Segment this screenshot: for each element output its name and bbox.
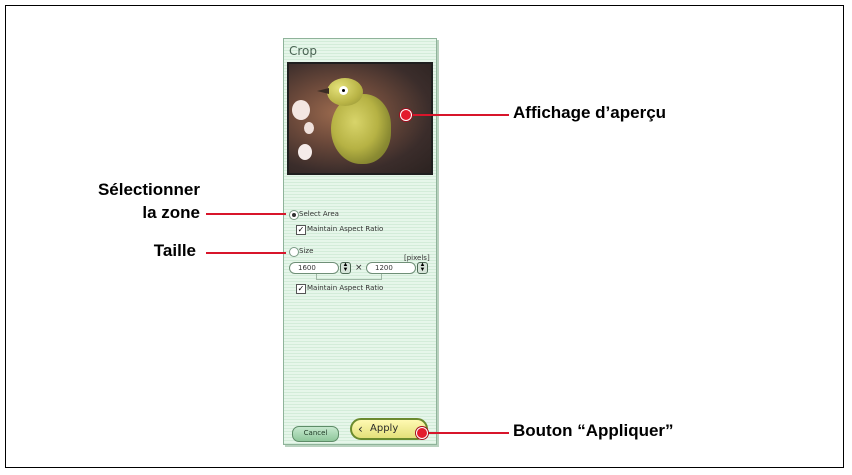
link-bracket (316, 279, 382, 280)
width-spinner[interactable]: ▲ ▼ (340, 262, 351, 274)
height-spinner[interactable]: ▲ ▼ (417, 262, 428, 274)
preview-image (287, 62, 433, 175)
annotation-preview: Affichage d’aperçu (513, 103, 667, 122)
width-field[interactable]: 1600 (289, 262, 339, 274)
callout-line-select-area (206, 213, 286, 215)
size-label: Size (299, 247, 314, 255)
annotation-apply: Bouton “Appliquer” (513, 421, 674, 440)
select-area-label: Select Area (299, 210, 339, 218)
annotation-select-area-2: la zone (142, 203, 200, 222)
maintain-ratio-checkbox-1[interactable]: ✓ (296, 225, 306, 235)
units-label: [pixels] (404, 254, 430, 262)
bird-eye (339, 86, 348, 95)
annotation-size: Taille (153, 241, 196, 260)
link-bracket-left (316, 274, 317, 280)
blossom-decoration (292, 100, 310, 120)
link-bracket-right (381, 274, 382, 280)
height-field[interactable]: 1200 (366, 262, 416, 274)
size-radio[interactable] (289, 247, 299, 257)
annotation-select-area-1: Sélectionner (97, 180, 200, 199)
maintain-ratio-label-2: Maintain Aspect Ratio (307, 284, 384, 292)
maintain-ratio-label-1: Maintain Aspect Ratio (307, 225, 384, 233)
callout-line-size (206, 252, 286, 254)
chevron-left-icon: ‹ (358, 422, 363, 436)
callout-line-preview (409, 114, 509, 116)
panel-title: Crop (289, 44, 318, 58)
callout-dot-apply (416, 427, 428, 439)
callout-dot-preview (400, 109, 412, 121)
callout-line-apply (425, 432, 509, 434)
times-symbol: × (355, 263, 363, 273)
bird-beak (317, 88, 329, 94)
cancel-button[interactable]: Cancel (292, 426, 339, 442)
apply-label: Apply (370, 423, 399, 434)
maintain-ratio-checkbox-2[interactable]: ✓ (296, 284, 306, 294)
select-area-radio[interactable] (289, 210, 299, 220)
